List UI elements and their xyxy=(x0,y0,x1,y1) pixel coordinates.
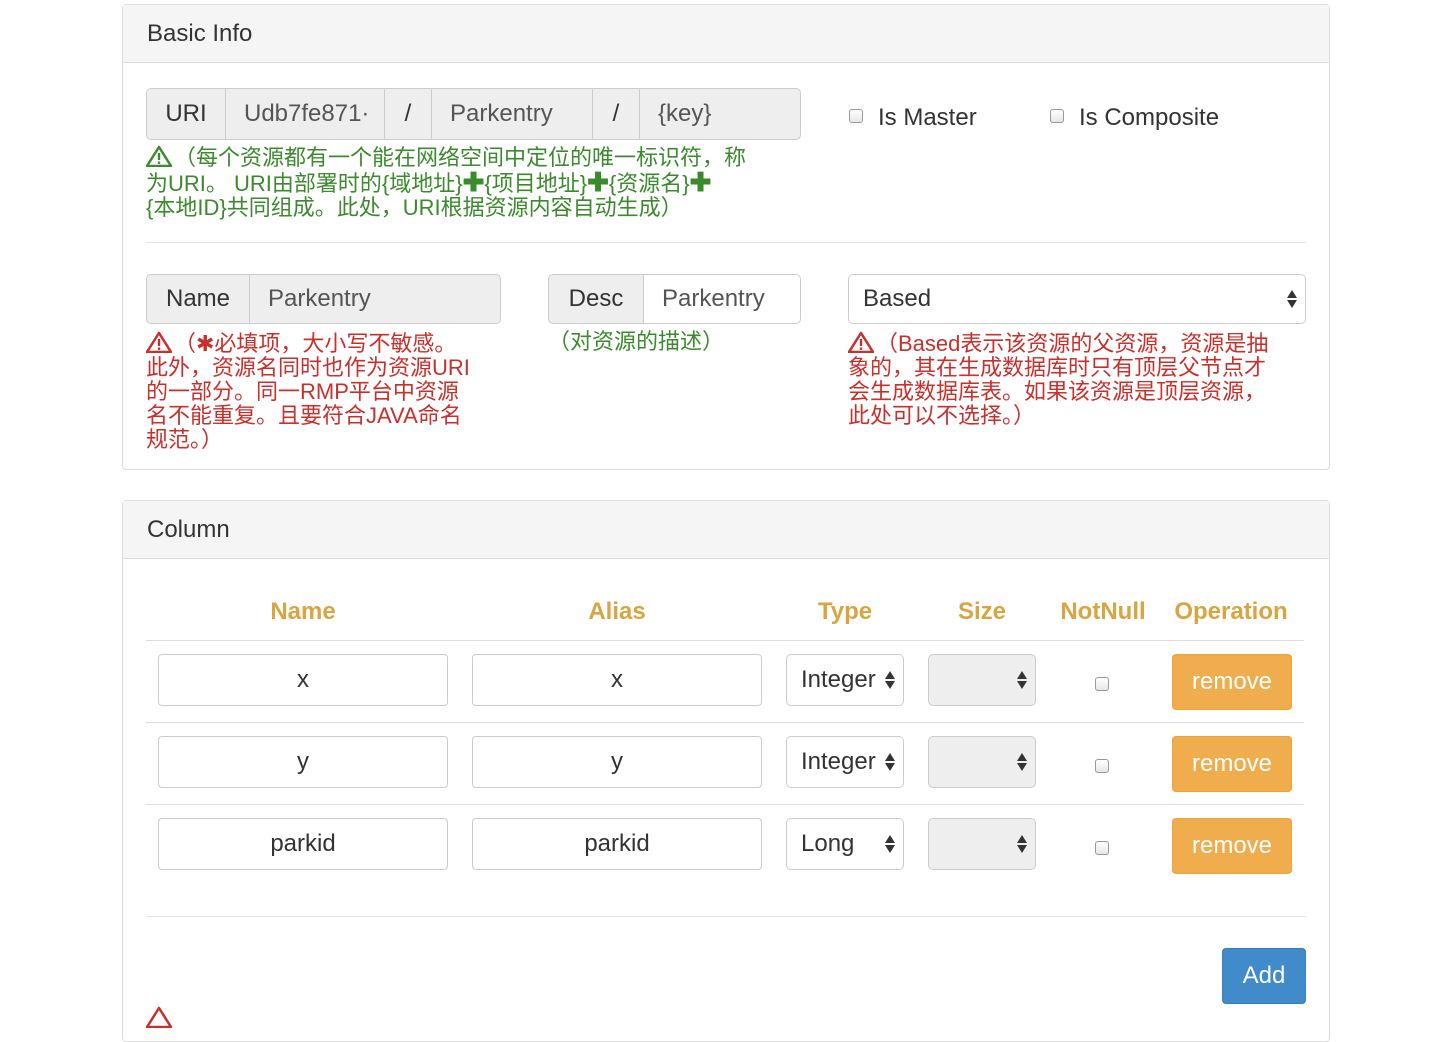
is-master-checkbox[interactable] xyxy=(849,109,863,123)
select-arrows-icon xyxy=(885,753,895,771)
remove-button[interactable]: remove xyxy=(1172,654,1292,710)
desc-input[interactable]: Parkentry xyxy=(643,274,801,324)
uri-separator-1: / xyxy=(384,88,432,140)
row-type-select[interactable]: Integer xyxy=(786,736,904,788)
uri-segment-field-2[interactable]: Parkentry xyxy=(431,88,593,140)
based-hint: （Based表示该资源的父资源，资源是抽 象的，其在生成数据库时只有顶层父节点才… xyxy=(848,331,1308,428)
row-name-input[interactable]: y xyxy=(158,736,448,788)
table-row-divider xyxy=(146,722,1304,723)
row-alias-input[interactable]: parkid xyxy=(472,818,762,870)
uri-segment-field-1[interactable]: Udb7fe871· xyxy=(225,88,385,140)
is-composite-label: Is Composite xyxy=(1079,104,1220,131)
row-notnull-checkbox[interactable] xyxy=(1095,677,1109,691)
name-hint-line-1: （✱必填项，大小写不敏感。 xyxy=(146,331,516,356)
name-input[interactable]: Parkentry xyxy=(249,274,501,324)
warning-triangle-icon xyxy=(146,1006,172,1028)
uri-hint-line-3: {本地ID}共同组成。此处，URI根据资源内容自动生成） xyxy=(146,195,683,220)
based-select-value: Based xyxy=(863,285,932,312)
row-notnull-checkbox[interactable] xyxy=(1095,759,1109,773)
name-hint-line-4: 名不能重复。且要符合JAVA命名 xyxy=(146,403,462,428)
table-bottom-divider xyxy=(146,916,1306,917)
add-button[interactable]: Add xyxy=(1222,948,1306,1004)
column-header-alias: Alias xyxy=(588,598,646,625)
desc-hint: （对资源的描述） xyxy=(548,329,725,354)
basic-info-title: Basic Info xyxy=(123,5,1329,63)
desc-label: Desc xyxy=(548,274,644,324)
row-name-input[interactable]: parkid xyxy=(158,818,448,870)
select-arrows-icon xyxy=(1017,753,1027,771)
plus-icon: ✚ xyxy=(587,167,609,197)
warning-triangle-icon xyxy=(146,145,172,167)
remove-button[interactable]: remove xyxy=(1172,736,1292,792)
uri-hint: （每个资源都有一个能在网络空间中定位的唯一标识符，称 为URI。 URI由部署时… xyxy=(146,145,806,220)
based-hint-line-2: 象的，其在生成数据库时只有顶层父节点才 xyxy=(848,355,1267,380)
row-size-select[interactable] xyxy=(928,654,1036,706)
row-notnull-checkbox[interactable] xyxy=(1095,841,1109,855)
name-hint-line-3: 的一部分。同一RMP平台中资源 xyxy=(146,379,459,404)
name-hint: （✱必填项，大小写不敏感。 此外，资源名同时也作为资源URI 的一部分。同一RM… xyxy=(146,331,516,452)
row-alias-input[interactable]: y xyxy=(472,736,762,788)
is-master-label: Is Master xyxy=(878,104,977,131)
plus-icon: ✚ xyxy=(462,167,485,197)
select-arrows-icon xyxy=(885,671,895,689)
select-arrows-icon xyxy=(1017,671,1027,689)
select-arrows-icon xyxy=(1017,835,1027,853)
uri-hint-line-2: 为URI。 URI由部署时的{域地址}✚{项目地址}✚{资源名}✚ xyxy=(146,167,712,197)
based-hint-line-1: （Based表示该资源的父资源，资源是抽 xyxy=(848,331,1308,356)
name-hint-line-2: 此外，资源名同时也作为资源URI xyxy=(146,355,470,380)
row-type-select[interactable]: Long xyxy=(786,818,904,870)
column-header-size: Size xyxy=(957,598,1007,625)
name-hint-line-5: 规范。） xyxy=(146,427,224,452)
column-title: Column xyxy=(123,501,1329,559)
row-name-input[interactable]: x xyxy=(158,654,448,706)
row-type-select[interactable]: Integer xyxy=(786,654,904,706)
uri-separator-2: / xyxy=(592,88,640,140)
plus-icon: ✚ xyxy=(689,167,712,197)
select-arrows-icon xyxy=(885,835,895,853)
uri-segment-field-3[interactable]: {key} xyxy=(639,88,801,140)
column-header-notnull: NotNull xyxy=(1060,598,1146,625)
row-size-select[interactable] xyxy=(928,818,1036,870)
column-header-name: Name xyxy=(270,598,336,625)
based-hint-line-3: 会生成数据库表。如果该资源是顶层资源， xyxy=(848,379,1267,404)
row-alias-input[interactable]: x xyxy=(472,654,762,706)
based-select[interactable]: Based xyxy=(848,274,1306,324)
warning-triangle-icon xyxy=(848,331,874,353)
table-header-divider xyxy=(146,640,1304,641)
is-composite-checkbox[interactable] xyxy=(1050,109,1064,123)
select-arrows-icon xyxy=(1287,290,1297,308)
column-header-type: Type xyxy=(817,598,873,625)
basic-info-divider xyxy=(146,242,1306,243)
remove-button[interactable]: remove xyxy=(1172,818,1292,874)
uri-label: URI xyxy=(146,88,226,140)
column-header-operation: Operation xyxy=(1174,598,1288,625)
name-label: Name xyxy=(146,274,250,324)
table-row-divider xyxy=(146,804,1304,805)
warning-triangle-icon xyxy=(146,331,172,353)
based-hint-line-4: 此处可以不选择。） xyxy=(848,403,1036,428)
row-size-select[interactable] xyxy=(928,736,1036,788)
